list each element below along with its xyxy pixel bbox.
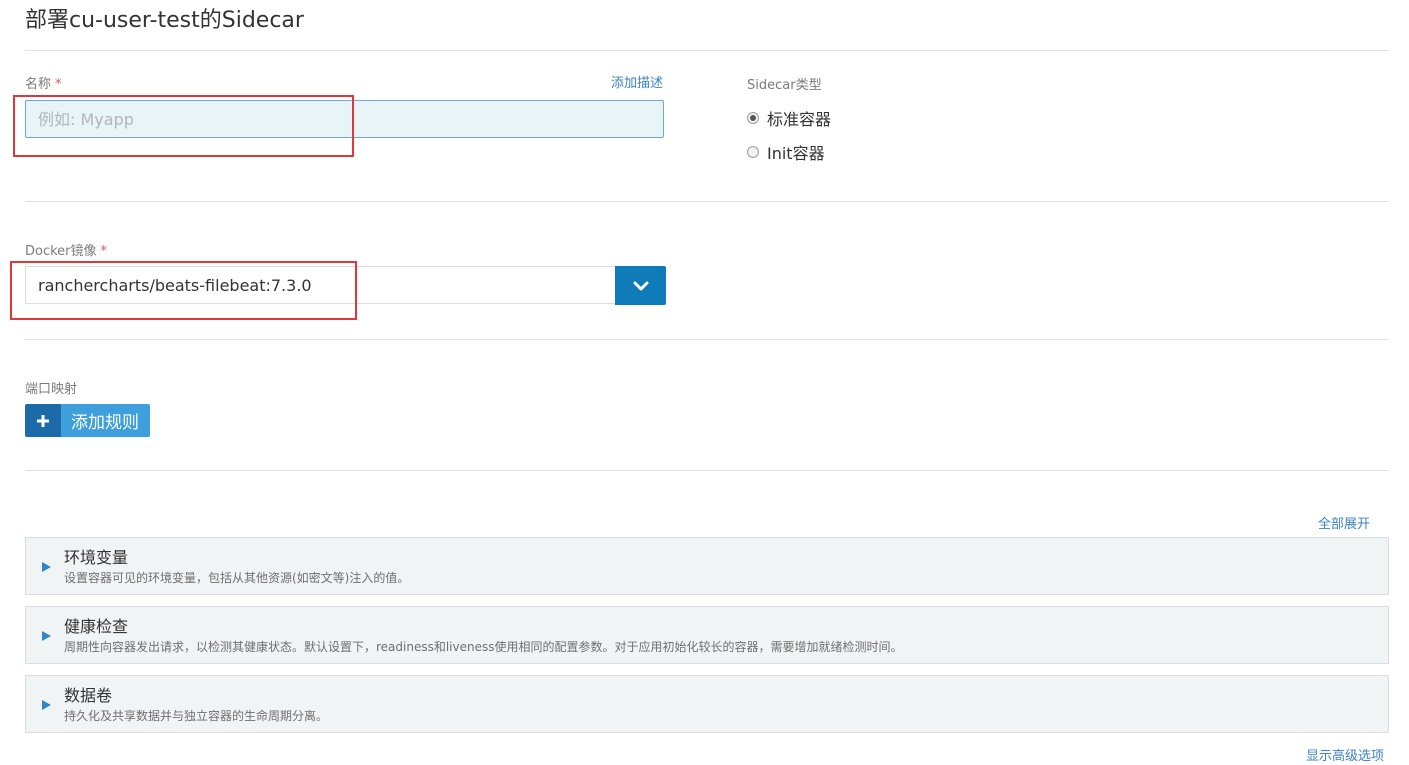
- radio-unchecked-icon[interactable]: [747, 146, 759, 158]
- divider: [25, 339, 1389, 340]
- section-env-vars[interactable]: 环境变量 设置容器可见的环境变量，包括从其他资源(如密文等)注入的值。: [25, 537, 1389, 595]
- add-rule-label: 添加规则: [61, 404, 150, 437]
- radio-init-container[interactable]: Init容器: [747, 140, 825, 164]
- add-description-link[interactable]: 添加描述: [611, 72, 663, 91]
- radio-init-label: Init容器: [767, 144, 825, 163]
- name-label: 名称 *: [25, 73, 62, 92]
- annotation-highlight-name: [13, 95, 354, 157]
- divider: [25, 50, 1389, 51]
- required-mark: *: [100, 244, 108, 259]
- expand-arrow-icon: [42, 631, 51, 641]
- chevron-down-icon: [633, 281, 648, 290]
- docker-image-dropdown-button[interactable]: [615, 266, 666, 305]
- required-mark: *: [55, 77, 62, 92]
- page-title: 部署cu-user-test的Sidecar: [25, 8, 304, 33]
- section-health-check[interactable]: 健康检查 周期性向容器发出请求，以检测其健康状态。默认设置下，readiness…: [25, 606, 1389, 664]
- section-description: 周期性向容器发出请求，以检测其健康状态。默认设置下，readiness和live…: [64, 640, 903, 654]
- divider: [25, 201, 1389, 202]
- section-title: 数据卷: [64, 686, 113, 705]
- plus-icon: [25, 404, 61, 437]
- section-title: 健康检查: [64, 617, 129, 636]
- docker-image-label: Docker镜像 *: [25, 240, 107, 259]
- docker-image-label-text: Docker镜像: [25, 244, 97, 259]
- section-volumes[interactable]: 数据卷 持久化及共享数据并与独立容器的生命周期分离。: [25, 675, 1389, 733]
- annotation-highlight-image: [10, 261, 357, 320]
- radio-standard-label: 标准容器: [767, 110, 832, 129]
- name-label-text: 名称: [25, 77, 52, 92]
- sidecar-type-label: Sidecar类型: [747, 78, 822, 93]
- deploy-sidecar-page: 部署cu-user-test的Sidecar 名称* 添加描述 Sidecar类…: [0, 0, 1409, 765]
- radio-standard-container[interactable]: 标准容器: [747, 106, 831, 130]
- divider: [25, 470, 1389, 471]
- show-advanced-options-link[interactable]: 显示高级选项: [1306, 745, 1384, 764]
- section-title: 环境变量: [64, 548, 129, 567]
- expand-arrow-icon: [42, 562, 51, 572]
- expand-arrow-icon: [42, 700, 51, 710]
- port-mapping-label: 端口映射: [25, 382, 78, 397]
- expand-all-link[interactable]: 全部展开: [1318, 513, 1370, 532]
- radio-checked-icon[interactable]: [747, 112, 759, 124]
- section-description: 持久化及共享数据并与独立容器的生命周期分离。: [64, 709, 329, 723]
- add-rule-button[interactable]: 添加规则: [25, 404, 150, 437]
- section-description: 设置容器可见的环境变量，包括从其他资源(如密文等)注入的值。: [64, 571, 410, 585]
